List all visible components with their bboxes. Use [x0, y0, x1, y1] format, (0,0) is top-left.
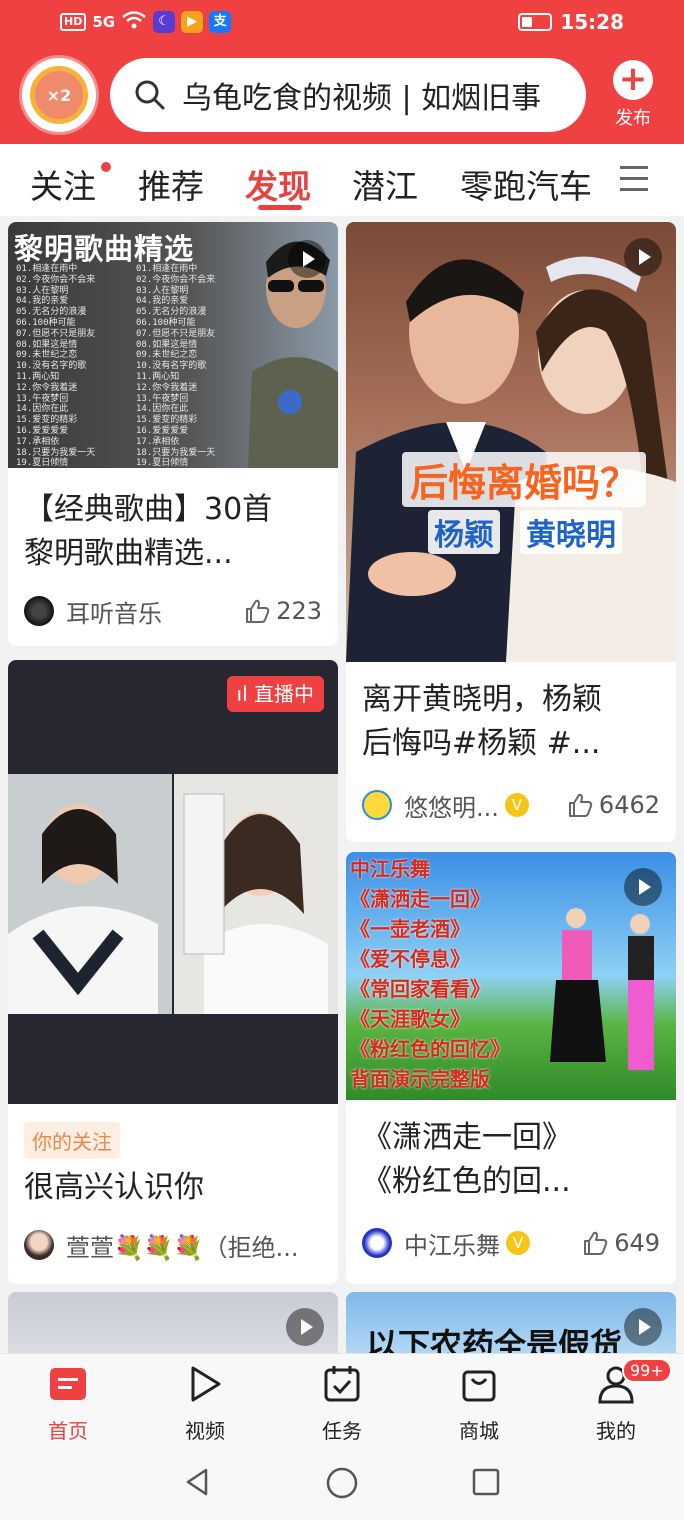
nav-video[interactable]: 视频	[155, 1364, 255, 1444]
avatar[interactable]	[24, 1230, 54, 1260]
thumbnail-name-2: 黄晓明	[520, 510, 622, 554]
search-suggestion-text: 乌龟吃食的视频 | 如烟旧事	[182, 81, 542, 116]
play-icon	[286, 1308, 324, 1346]
song-list-left: 01.相逢在雨中 02.今夜你会不会来 03.人在黎明 04.我的亲爱 05.无…	[16, 264, 96, 468]
search-bar[interactable]: 乌龟吃食的视频 | 如烟旧事	[110, 58, 586, 132]
couple-photo	[346, 256, 676, 662]
channel-tabs: 关注 推荐 发现 潜江 零跑汽车	[0, 144, 684, 216]
app-icon-play: ▶	[181, 11, 204, 33]
nav-profile[interactable]: 我的 99+	[566, 1358, 672, 1444]
tab-discover[interactable]: 发现	[245, 160, 311, 208]
recent-apps-icon[interactable]	[472, 1468, 500, 1496]
nav-tasks[interactable]: 任务	[292, 1364, 392, 1444]
status-bar: HD 5G ☾ ▶ 支 15:28	[0, 0, 684, 46]
home-circle-icon[interactable]	[326, 1467, 358, 1499]
publish-button[interactable]: + 发布	[604, 58, 662, 138]
card-title: 【经典歌曲】30首 黎明歌曲精选...	[24, 492, 273, 571]
coin-multiplier: ×2	[30, 66, 88, 124]
shopping-bag-icon	[462, 1370, 496, 1402]
plus-icon: +	[613, 60, 653, 100]
alipay-icon: 支	[209, 11, 232, 33]
hd-indicator: HD	[60, 13, 87, 31]
play-icon	[624, 868, 662, 906]
card-meta: 萱萱💐💐💐（拒绝...	[24, 1228, 322, 1262]
new-indicator-dot	[101, 162, 111, 172]
feed-card[interactable]: 后悔离婚吗？ 杨颖 黄晓明 离开黄晓明，杨颖 后悔吗#杨颖 #... 悠悠明..…	[346, 222, 676, 842]
thumbs-up-icon	[568, 793, 593, 817]
thumbnail-title: 黎明歌曲精选	[14, 232, 195, 266]
card-title: 离开黄晓明，杨颖 后悔吗#杨颖 #...	[362, 682, 602, 761]
system-navigation-bar	[0, 1443, 684, 1520]
feed-card[interactable]	[8, 1292, 338, 1362]
notification-badge: 99+	[622, 1358, 672, 1383]
like-count[interactable]: 649	[582, 1229, 660, 1257]
author-name[interactable]: 萱萱💐💐💐（拒绝...	[66, 1228, 299, 1263]
thumbnail-song-list: 中江乐舞 《潇洒走一回》 《一壶老酒》 《爱不停息》 《常回家看看》 《天涯歌女…	[350, 857, 510, 1091]
active-tab-indicator	[258, 205, 302, 210]
wifi-icon	[121, 10, 147, 34]
signal-icon: 5G	[92, 13, 116, 31]
tab-qianjiang[interactable]: 潜江	[352, 160, 418, 208]
card-title: 很高兴认识你	[24, 1170, 204, 1205]
tab-recommend[interactable]: 推荐	[138, 160, 204, 208]
live-badge: ıl 直播中	[226, 676, 324, 712]
home-icon	[50, 1368, 86, 1400]
calendar-check-icon	[324, 1366, 360, 1402]
app-header: HD 5G ☾ ▶ 支 15:28 ×2 乌龟吃食的视频 | 如烟旧事 + 发布	[0, 0, 684, 144]
live-thumbnail: ıl 直播中	[8, 660, 338, 1104]
play-icon	[624, 238, 662, 276]
card-title: 《潇洒走一回》 《粉红色的回...	[362, 1120, 572, 1199]
avatar[interactable]	[362, 790, 392, 820]
nav-mall[interactable]: 商城	[429, 1364, 529, 1444]
like-count[interactable]: 6462	[567, 791, 660, 819]
status-left: HD 5G ☾ ▶ 支	[60, 10, 232, 34]
avatar[interactable]	[24, 596, 54, 626]
author-name[interactable]: 悠悠明...	[404, 788, 499, 823]
bottom-navigation: 首页 视频 任务 商城 我的 99+	[0, 1353, 684, 1443]
thumbs-up-icon	[584, 1231, 608, 1255]
thumbnail-name-1: 杨颖	[428, 510, 500, 554]
video-play-icon	[191, 1366, 221, 1402]
feed-card[interactable]: 中江乐舞 《潇洒走一回》 《一壶老酒》 《爱不停息》 《常回家看看》 《天涯歌女…	[346, 852, 676, 1284]
author-name[interactable]: 耳听音乐	[66, 594, 162, 629]
feed-card[interactable]: 以下农药全是假货	[346, 1292, 676, 1362]
video-thumbnail: 黎明歌曲精选 01.相逢在雨中 02.今夜你会不会来 03.人在黎明 04.我的…	[8, 222, 338, 468]
feed-card[interactable]: 黎明歌曲精选 01.相逢在雨中 02.今夜你会不会来 03.人在黎明 04.我的…	[8, 222, 338, 646]
tab-follow[interactable]: 关注	[30, 160, 96, 208]
app-icon-moon: ☾	[153, 11, 176, 33]
follow-tag: 你的关注	[24, 1122, 120, 1159]
author-name[interactable]: 中江乐舞	[404, 1226, 500, 1261]
nav-home[interactable]: 首页	[18, 1364, 118, 1444]
video-thumbnail: 中江乐舞 《潇洒走一回》 《一壶老酒》 《爱不停息》 《常回家看看》 《天涯歌女…	[346, 852, 676, 1100]
publish-label: 发布	[615, 108, 651, 129]
verified-badge-icon: V	[506, 1231, 530, 1255]
back-icon[interactable]	[182, 1467, 212, 1497]
song-list-right: 01.相逢在雨中 02.今夜你会不会来 03.人在黎明 04.我的亲爱 05.无…	[136, 264, 216, 468]
live-video-frames	[8, 774, 338, 1014]
feed-card[interactable]: ıl 直播中 你的关注 很高兴认识你 萱萱💐💐💐（拒绝...	[8, 660, 338, 1284]
battery-icon	[518, 13, 553, 31]
live-bars-icon: ıl	[236, 682, 254, 706]
card-meta: 中江乐舞 V 649	[362, 1226, 660, 1260]
thumbnail-headline: 后悔离婚吗？	[402, 452, 647, 507]
like-count[interactable]: 223	[244, 597, 322, 625]
video-thumbnail: 后悔离婚吗？ 杨颖 黄晓明	[346, 222, 676, 662]
play-icon	[288, 240, 326, 278]
card-meta: 悠悠明... V 6462	[362, 788, 660, 822]
status-right: 15:28	[518, 10, 624, 34]
tab-leapmotor[interactable]: 零跑汽车	[460, 160, 600, 208]
dancers-figure	[550, 908, 654, 1070]
avatar[interactable]	[362, 1228, 392, 1258]
card-meta: 耳听音乐 223	[24, 594, 322, 628]
coin-reward-button[interactable]: ×2	[22, 58, 96, 132]
search-icon	[135, 80, 165, 110]
channel-menu-icon[interactable]	[620, 166, 648, 192]
play-icon	[624, 1308, 662, 1346]
status-time: 15:28	[560, 10, 624, 34]
thumbs-up-icon	[246, 599, 270, 623]
verified-badge-icon: V	[504, 793, 529, 817]
